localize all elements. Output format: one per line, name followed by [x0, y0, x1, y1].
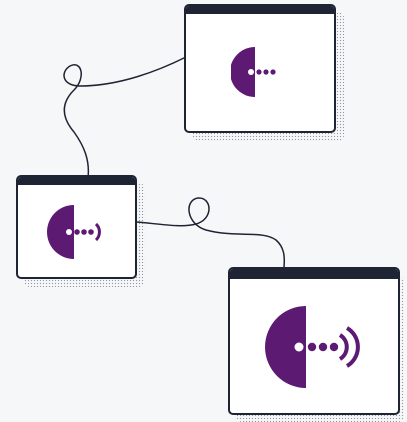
window-titlebar [186, 6, 334, 14]
purple-logo-dots-signal-icon [265, 306, 360, 388]
middle-left-window [16, 175, 137, 279]
connector-middle-to-bottom [136, 197, 286, 268]
window-titlebar [230, 269, 398, 279]
connector-top-to-middle [63, 56, 187, 179]
bottom-right-window [228, 267, 400, 415]
purple-logo-dots-icon [231, 47, 276, 97]
illustration-canvas [0, 0, 407, 422]
window-titlebar [18, 177, 135, 185]
top-right-window [184, 4, 336, 133]
purple-logo-dots-signal-icon [47, 205, 101, 259]
